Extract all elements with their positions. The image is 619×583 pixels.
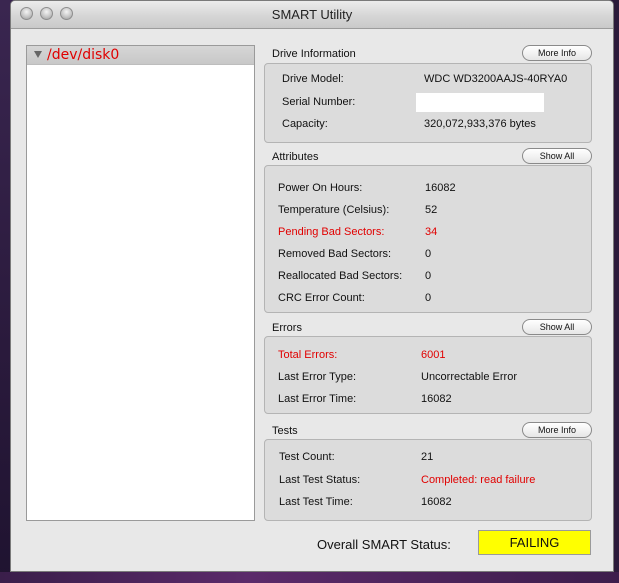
- window-title: SMART Utility: [271, 7, 353, 22]
- desktop-dock-strip: [0, 572, 619, 583]
- smart-utility-window: SMART Utility /dev/disk0 Drive Informati…: [10, 0, 614, 572]
- last-error-type-label: Last Error Type:: [278, 371, 357, 383]
- drive-model-value: WDC WD3200AAJS-40RYA0: [424, 73, 568, 85]
- drive-info-title: Drive Information: [272, 48, 356, 60]
- attribute-label: Power On Hours:: [278, 182, 363, 194]
- last-error-time-label: Last Error Time:: [278, 393, 357, 405]
- tests-more-info-button[interactable]: More Info: [522, 422, 592, 438]
- attribute-value: 0: [425, 292, 432, 304]
- attributes-title: Attributes: [272, 151, 319, 163]
- disclosure-triangle-icon[interactable]: [34, 51, 42, 58]
- attribute-label: Reallocated Bad Sectors:: [278, 270, 403, 282]
- serial-number-label: Serial Number:: [282, 96, 356, 108]
- attribute-value-alert: 34: [425, 226, 438, 238]
- capacity-value: 320,072,933,376 bytes: [424, 118, 536, 130]
- last-error-type-value: Uncorrectable Error: [421, 371, 517, 383]
- errors-panel: Total Errors: 6001 Last Error Type: Unco…: [264, 336, 592, 414]
- serial-number-value: [416, 93, 544, 112]
- total-errors-label: Total Errors:: [278, 349, 338, 361]
- attributes-panel: Power On Hours: 16082 Temperature (Celsi…: [264, 165, 592, 313]
- last-error-time-value: 16082: [421, 393, 452, 405]
- last-test-status-value: Completed: read failure: [421, 474, 536, 486]
- drive-info-panel: Drive Model: WDC WD3200AAJS-40RYA0 Seria…: [264, 63, 592, 143]
- drive-info-more-info-button[interactable]: More Info: [522, 45, 592, 61]
- attributes-show-all-button[interactable]: Show All: [522, 148, 592, 164]
- overall-status-label: Overall SMART Status:: [317, 537, 451, 552]
- attribute-label: Removed Bad Sectors:: [278, 248, 392, 260]
- last-test-time-value: 16082: [421, 496, 452, 508]
- errors-title: Errors: [272, 322, 302, 334]
- capacity-label: Capacity:: [282, 118, 328, 130]
- attribute-value: 16082: [425, 182, 456, 194]
- title-bar[interactable]: SMART Utility: [11, 1, 613, 29]
- errors-show-all-button[interactable]: Show All: [522, 319, 592, 335]
- attribute-label: Temperature (Celsius):: [278, 204, 390, 216]
- attribute-value: 52: [425, 204, 438, 216]
- drive-model-label: Drive Model:: [282, 73, 344, 85]
- tests-panel: Test Count: 21 Last Test Status: Complet…: [264, 439, 592, 521]
- test-count-label: Test Count:: [279, 451, 335, 463]
- last-test-time-label: Last Test Time:: [279, 496, 353, 508]
- attribute-value: 0: [425, 270, 432, 282]
- overall-status-badge: FAILING: [478, 530, 591, 555]
- total-errors-value: 6001: [421, 349, 446, 361]
- disk-list-item[interactable]: /dev/disk0: [27, 46, 254, 65]
- last-test-status-label: Last Test Status:: [279, 474, 361, 486]
- disk-name: /dev/disk0: [47, 47, 120, 63]
- attribute-label: CRC Error Count:: [278, 292, 365, 304]
- test-count-value: 21: [421, 451, 434, 463]
- attribute-value: 0: [425, 248, 432, 260]
- disk-list[interactable]: /dev/disk0: [26, 45, 255, 521]
- attribute-label-alert: Pending Bad Sectors:: [278, 226, 385, 238]
- tests-title: Tests: [272, 425, 298, 437]
